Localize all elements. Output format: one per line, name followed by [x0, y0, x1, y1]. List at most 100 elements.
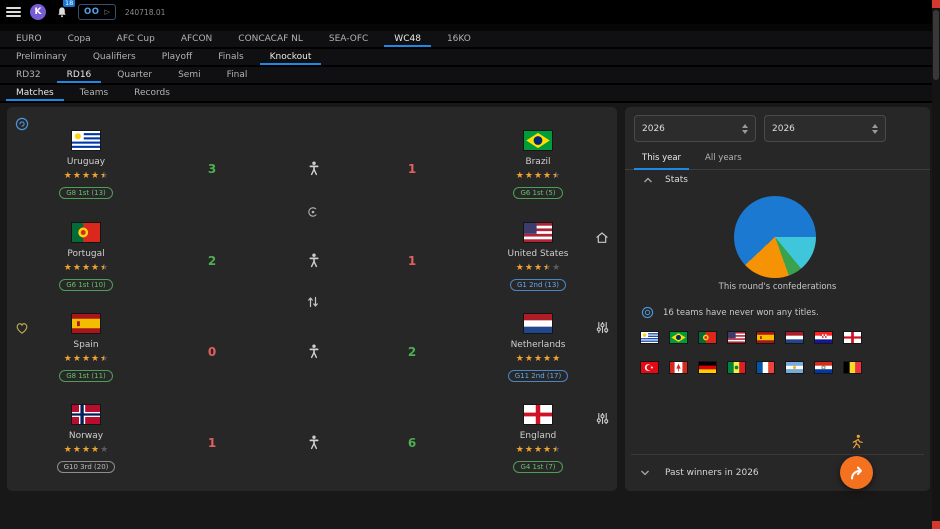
year-scope-tabs: This yearAll years — [625, 148, 930, 170]
tune-icon-2[interactable] — [596, 412, 609, 425]
home-score: 0 — [192, 345, 232, 359]
notifications-button[interactable]: 18 — [56, 3, 68, 22]
tab-preliminary[interactable]: Preliminary — [3, 49, 80, 65]
tab-sea-ofc[interactable]: SEA-OFC — [316, 31, 381, 47]
stage-tabs: PreliminaryQualifiersPlayoffFinalsKnocko… — [0, 49, 935, 67]
build-id: 240718.01 — [125, 8, 166, 17]
stats-section-toggle[interactable]: Stats — [643, 175, 688, 185]
swap-vertical-icon[interactable] — [307, 296, 319, 308]
stats-panel: 2026 2026 This yearAll years Stats This … — [625, 107, 930, 491]
group-badge: G1 2nd (13) — [510, 279, 566, 291]
chevron-up-icon — [643, 176, 653, 184]
team-name: England — [520, 431, 557, 441]
team-united-states[interactable]: United States★★★★★★G1 2nd (13) — [490, 223, 586, 291]
stats-section-label: Stats — [665, 175, 688, 185]
player-icon[interactable] — [306, 435, 322, 454]
tab-quarter[interactable]: Quarter — [104, 67, 165, 83]
star-rating: ★★★★★★ — [63, 354, 108, 364]
flag-row-2 — [641, 362, 873, 373]
tab-rd16[interactable]: RD16 — [54, 67, 105, 83]
redo-arrow-icon — [847, 463, 867, 483]
team-name: Portugal — [67, 249, 104, 259]
usa-flag — [728, 332, 745, 343]
tab-this-year[interactable]: This year — [630, 148, 693, 169]
away-score: 6 — [392, 436, 432, 450]
flag-row-1 — [641, 332, 873, 343]
brazil-flag — [670, 332, 687, 343]
tab-wc48[interactable]: WC48 — [381, 31, 434, 47]
star-rating: ★★★★★★ — [63, 263, 108, 273]
tab-rd32[interactable]: RD32 — [3, 67, 54, 83]
matches-panel: Uruguay★★★★★★G8 1st (13) Brazil★★★★★★G6 1… — [7, 107, 617, 491]
tab-concacaf-nl[interactable]: CONCACAF NL — [225, 31, 316, 47]
team-brazil[interactable]: Brazil★★★★★★G6 1st (5) — [490, 131, 586, 199]
home-score: 2 — [192, 254, 232, 268]
titles-note-text: 16 teams have never won any titles. — [663, 308, 819, 318]
touch-icon[interactable] — [307, 206, 319, 218]
team-portugal[interactable]: Portugal ★★★★★★ G6 1st (10) — [38, 223, 134, 291]
group-badge: G10 3rd (20) — [57, 461, 116, 473]
round-tabs: RD32RD16QuarterSemiFinal — [0, 67, 935, 85]
round-badge-icon[interactable] — [15, 117, 29, 131]
tab-teams[interactable]: Teams — [67, 85, 121, 101]
team-name: Spain — [73, 340, 98, 350]
tab-copa[interactable]: Copa — [55, 31, 104, 47]
team-spain[interactable]: Spain★★★★★★G8 1st (11) — [38, 314, 134, 382]
tab-playoff[interactable]: Playoff — [149, 49, 205, 65]
stepper-icon[interactable] — [872, 124, 878, 134]
year-to-value: 2026 — [772, 124, 872, 134]
player-icon[interactable] — [306, 344, 322, 363]
tab-records[interactable]: Records — [121, 85, 183, 101]
star-rating: ★★★★★★ — [515, 263, 560, 273]
top-bar: K 18 OO ▷ 240718.01 — [0, 0, 932, 24]
team-england[interactable]: England ★★★★★★ G4 1st (7) — [490, 405, 586, 473]
tune-icon-1[interactable] — [596, 321, 609, 334]
avatar[interactable]: K — [30, 4, 46, 20]
turkey-flag — [641, 362, 658, 373]
tab-16ko[interactable]: 16KO — [434, 31, 484, 47]
team-uruguay[interactable]: Uruguay★★★★★★G8 1st (13) — [38, 131, 134, 199]
canada-flag — [670, 362, 687, 373]
portugal-flag — [699, 332, 716, 343]
scrollbar-track[interactable] — [932, 0, 940, 529]
tab-qualifiers[interactable]: Qualifiers — [80, 49, 149, 65]
scrollbar-down-button[interactable] — [932, 521, 940, 529]
group-badge: G6 1st (10) — [59, 279, 113, 291]
tab-final[interactable]: Final — [214, 67, 261, 83]
past-winners-toggle[interactable]: Past winners in 2026 — [625, 455, 930, 491]
share-fab[interactable] — [840, 456, 873, 489]
player-icon[interactable] — [306, 253, 322, 272]
tab-afc-cup[interactable]: AFC Cup — [104, 31, 168, 47]
netherlands-flag — [524, 314, 552, 333]
past-winners-label: Past winners in 2026 — [665, 468, 759, 478]
scrollbar-thumb[interactable] — [933, 10, 939, 80]
tab-semi[interactable]: Semi — [165, 67, 214, 83]
senegal-flag — [728, 362, 745, 373]
group-badge: G4 1st (7) — [513, 461, 562, 473]
menu-icon[interactable] — [6, 5, 21, 19]
team-norway[interactable]: Norway★★★★★G10 3rd (20) — [38, 405, 134, 473]
team-netherlands[interactable]: Netherlands★★★★★G11 2nd (17) — [490, 314, 586, 382]
tab-finals[interactable]: Finals — [205, 49, 256, 65]
team-name: Norway — [69, 431, 103, 441]
tab-all-years[interactable]: All years — [693, 148, 754, 169]
norway-flag — [72, 405, 100, 424]
tab-afcon[interactable]: AFCON — [168, 31, 225, 47]
tab-euro[interactable]: EURO — [3, 31, 55, 47]
match-row[interactable]: Norway★★★★★G10 3rd (20) England ★★★★★★ G4 1… — [7, 405, 617, 491]
year-from-select[interactable]: 2026 — [634, 115, 756, 142]
tab-matches[interactable]: Matches — [3, 85, 67, 101]
match-row[interactable]: Uruguay★★★★★★G8 1st (13) Brazil★★★★★★G6 1… — [7, 131, 617, 217]
favorite-heart-icon[interactable] — [15, 321, 29, 335]
home-score: 1 — [192, 436, 232, 450]
match-row[interactable]: Spain★★★★★★G8 1st (11)Netherlands★★★★★G1… — [7, 314, 617, 400]
session-box[interactable]: OO ▷ — [78, 4, 116, 20]
scrollbar-up-button[interactable] — [932, 0, 940, 8]
star-rating: ★★★★★★ — [515, 445, 560, 455]
medal-icon — [641, 306, 654, 319]
tab-knockout[interactable]: Knockout — [257, 49, 325, 65]
stepper-icon[interactable] — [742, 124, 748, 134]
home-icon[interactable] — [595, 231, 609, 244]
year-to-select[interactable]: 2026 — [764, 115, 886, 142]
player-icon[interactable] — [306, 161, 322, 180]
